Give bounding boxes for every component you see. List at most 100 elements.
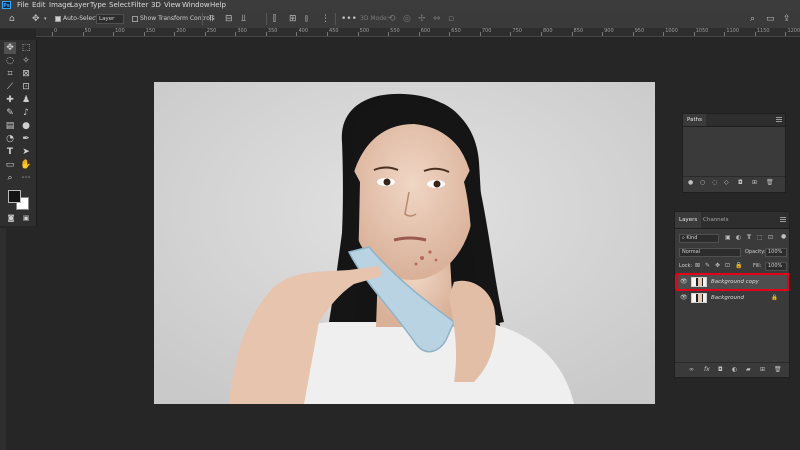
menu-layer[interactable]: Layer bbox=[70, 0, 90, 10]
lock-image-icon[interactable]: ✎ bbox=[705, 262, 710, 269]
3d-roll-icon[interactable]: ◎ bbox=[403, 10, 411, 28]
align-left-icon[interactable]: ⫿ bbox=[273, 10, 276, 28]
stroke-path-icon[interactable]: ○ bbox=[700, 179, 705, 186]
clone-stamp-tool-icon[interactable]: ♟ bbox=[20, 94, 32, 106]
3d-scale-icon[interactable]: ▫ bbox=[448, 10, 454, 28]
filter-type-icon[interactable]: T bbox=[747, 234, 751, 241]
magic-wand-tool-icon[interactable]: ✧ bbox=[20, 55, 32, 67]
lock-artboard-icon[interactable]: ⊡ bbox=[725, 262, 730, 269]
align-top-icon[interactable]: ⫪ bbox=[209, 10, 214, 28]
panel-menu-icon[interactable] bbox=[776, 117, 782, 123]
filter-smart-object-icon[interactable]: ⊡ bbox=[768, 234, 773, 241]
load-selection-icon[interactable]: ◌ bbox=[712, 179, 717, 186]
ruler-tool-icon[interactable]: ⊡ bbox=[20, 81, 32, 93]
lasso-tool-icon[interactable]: ◌ bbox=[4, 55, 16, 67]
menu-view[interactable]: View bbox=[164, 0, 181, 10]
menu-select[interactable]: Select bbox=[109, 0, 131, 10]
search-icon[interactable]: ⌕ bbox=[750, 10, 755, 28]
document-canvas[interactable] bbox=[154, 82, 655, 404]
align-bottom-icon[interactable]: ⫫ bbox=[241, 10, 246, 28]
add-mask-icon[interactable]: ◘ bbox=[718, 366, 723, 373]
marquee-tool-icon[interactable]: ⬚ bbox=[20, 42, 32, 54]
menu-image[interactable]: Image bbox=[49, 0, 71, 10]
menu-3d[interactable]: 3D bbox=[151, 0, 161, 10]
new-group-icon[interactable]: ▰ bbox=[746, 366, 751, 373]
distribute-icon[interactable]: ⋮ bbox=[321, 10, 330, 28]
share-icon[interactable]: ⇪ bbox=[783, 10, 791, 28]
gradient-tool-icon[interactable]: ▤ bbox=[4, 120, 16, 132]
move-tool-icon[interactable]: ✥ bbox=[32, 10, 40, 28]
fill-path-icon[interactable]: ● bbox=[688, 179, 693, 186]
show-transform-checkbox[interactable] bbox=[132, 16, 138, 22]
quick-mask-icon[interactable]: ◙ bbox=[5, 212, 17, 224]
menu-type[interactable]: Type bbox=[90, 0, 106, 10]
more-options-icon[interactable]: ••• bbox=[341, 10, 357, 28]
layer-row[interactable]: 👁 Background 🔒 bbox=[675, 291, 789, 305]
layer-name[interactable]: Background copy bbox=[711, 275, 759, 289]
lock-position-icon[interactable]: ✥ bbox=[715, 262, 720, 269]
auto-select-checkbox[interactable] bbox=[55, 16, 61, 22]
tab-paths[interactable]: Paths bbox=[683, 114, 706, 126]
lock-transparent-icon[interactable]: ⊠ bbox=[695, 262, 700, 269]
eye-icon[interactable]: 👁 bbox=[680, 275, 688, 289]
layer-style-icon[interactable]: fx bbox=[704, 366, 710, 373]
screen-mode-icon[interactable]: ▣ bbox=[20, 212, 32, 224]
align-vertical-center-icon[interactable]: ⊟ bbox=[225, 10, 233, 28]
3d-rotate-icon[interactable]: ⟲ bbox=[388, 10, 396, 28]
menu-filter[interactable]: Filter bbox=[131, 0, 148, 10]
blend-mode-dropdown[interactable]: Normal bbox=[679, 248, 741, 257]
type-tool-icon[interactable]: T bbox=[4, 146, 16, 158]
rectangle-tool-icon[interactable]: ▭ bbox=[4, 159, 16, 171]
adjustment-layer-icon[interactable]: ◐ bbox=[732, 366, 737, 373]
link-layers-icon[interactable]: ∞ bbox=[689, 366, 694, 373]
tab-channels[interactable]: Channels bbox=[699, 212, 732, 228]
blur-tool-icon[interactable]: ● bbox=[20, 120, 32, 132]
pen-tool-icon[interactable]: ✒ bbox=[20, 133, 32, 145]
new-layer-icon[interactable]: ⊞ bbox=[760, 366, 765, 373]
panel-menu-icon[interactable] bbox=[780, 217, 786, 223]
trash-icon[interactable]: 🗑 bbox=[766, 179, 774, 186]
align-horizontal-center-icon[interactable]: ⊞ bbox=[289, 10, 297, 28]
menu-file[interactable]: File bbox=[17, 0, 29, 10]
more-tools-icon[interactable]: ⋯ bbox=[20, 172, 32, 184]
eye-icon[interactable]: 👁 bbox=[680, 291, 688, 305]
menu-window[interactable]: Window bbox=[182, 0, 210, 10]
filter-pixel-icon[interactable]: ▣ bbox=[725, 234, 731, 241]
add-mask-icon[interactable]: ◘ bbox=[738, 179, 743, 186]
brush-tool-icon[interactable]: ✎ bbox=[4, 107, 16, 119]
3d-pan-icon[interactable]: ✢ bbox=[418, 10, 426, 28]
history-brush-tool-icon[interactable]: ♪ bbox=[20, 107, 32, 119]
eyedropper-tool-icon[interactable]: ⟋ bbox=[4, 81, 16, 93]
hand-tool-icon[interactable]: ✋ bbox=[20, 159, 32, 171]
move-tool-icon[interactable]: ✥ bbox=[4, 42, 16, 54]
fill-input[interactable]: 100% bbox=[765, 262, 787, 271]
menu-help[interactable]: Help bbox=[210, 0, 226, 10]
ruler-top[interactable]: 0 50 100 150 200 250 300 350 400 450 500 550 600 650 7… bbox=[36, 28, 800, 37]
opacity-input[interactable]: 100% bbox=[765, 248, 787, 257]
filter-shape-icon[interactable]: ⬚ bbox=[757, 234, 763, 241]
filter-toggle-icon[interactable]: ● bbox=[781, 233, 786, 240]
frame-tool-icon[interactable]: ⊠ bbox=[20, 68, 32, 80]
layer-name[interactable]: Background bbox=[711, 291, 744, 305]
align-right-icon[interactable]: ⫾ bbox=[305, 10, 308, 28]
ruler-left[interactable] bbox=[0, 228, 6, 450]
layer-filter-dropdown[interactable]: ⌕ Kind bbox=[679, 234, 719, 243]
filter-adjustment-icon[interactable]: ◐ bbox=[736, 234, 741, 241]
zoom-tool-icon[interactable]: ⌕ bbox=[4, 172, 16, 184]
make-path-icon[interactable]: ◇ bbox=[724, 179, 729, 186]
new-path-icon[interactable]: ⊞ bbox=[752, 179, 757, 186]
3d-slide-icon[interactable]: ⇔ bbox=[433, 10, 441, 28]
menu-edit[interactable]: Edit bbox=[32, 0, 46, 10]
tab-layers[interactable]: Layers bbox=[675, 212, 702, 228]
layer-row[interactable]: 👁 Background copy bbox=[675, 275, 789, 289]
path-selection-tool-icon[interactable]: ➤ bbox=[20, 146, 32, 158]
home-icon[interactable]: ⌂ bbox=[9, 10, 15, 28]
chevron-down-icon[interactable]: ▾ bbox=[44, 10, 47, 28]
trash-icon[interactable]: 🗑 bbox=[774, 366, 782, 373]
healing-brush-tool-icon[interactable]: ✚ bbox=[4, 94, 16, 106]
auto-select-target-dropdown[interactable]: Layer bbox=[96, 14, 124, 24]
crop-tool-icon[interactable]: ⌗ bbox=[4, 68, 16, 80]
dodge-tool-icon[interactable]: ◔ bbox=[4, 133, 16, 145]
workspace-icon[interactable]: ▭ bbox=[766, 10, 775, 28]
lock-all-icon[interactable]: 🔒 bbox=[735, 262, 742, 269]
